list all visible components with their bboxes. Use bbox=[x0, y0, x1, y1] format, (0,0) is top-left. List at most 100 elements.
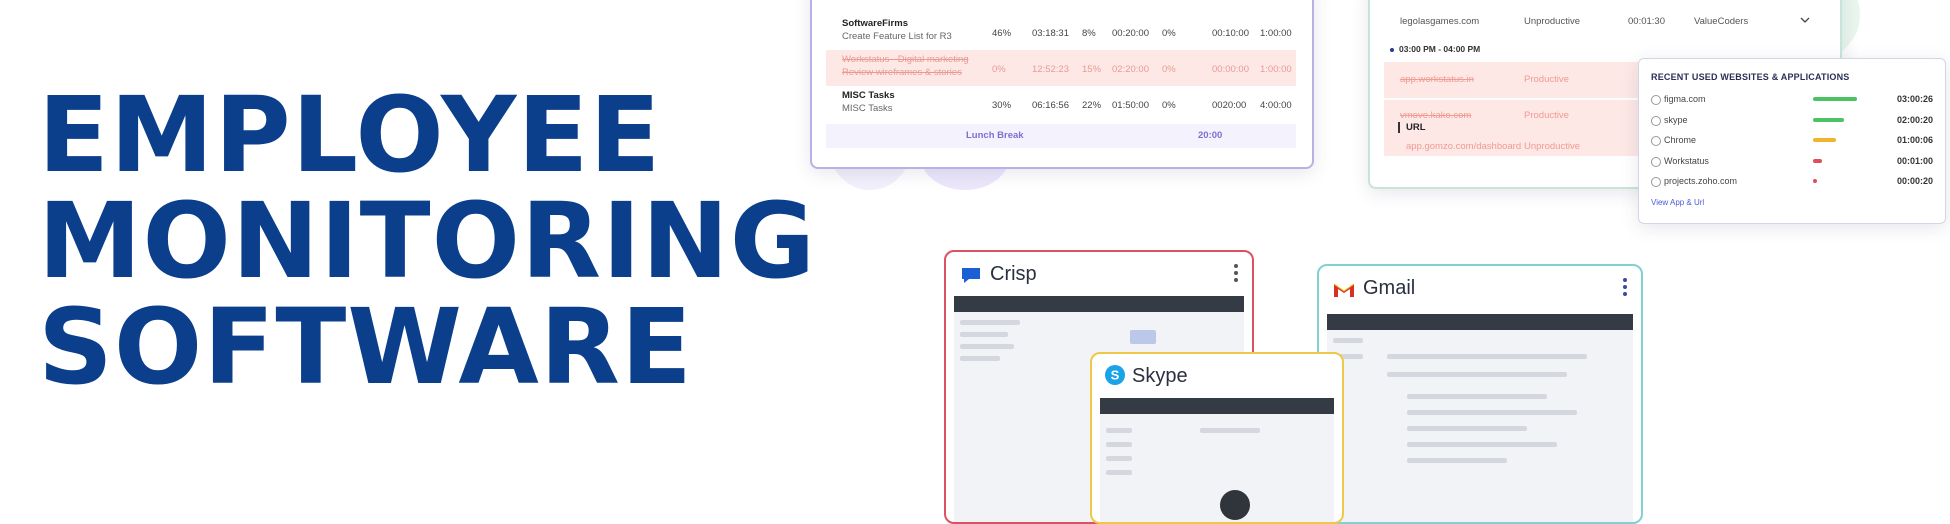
recent-app-name: skype bbox=[1664, 114, 1688, 125]
url-site: vmove.kako.com bbox=[1400, 110, 1472, 121]
recent-app-time: 00:00:20 bbox=[1896, 176, 1933, 186]
blur-text bbox=[1333, 338, 1363, 343]
blur-text bbox=[1106, 442, 1132, 447]
svg-text:S: S bbox=[1111, 368, 1120, 383]
cell: 02:20:00 bbox=[1112, 64, 1149, 75]
task-sub: Review wireframes & stories bbox=[842, 67, 962, 78]
url-row[interactable]: legolasgames.com Unproductive 00:01:30 V… bbox=[1384, 4, 1824, 40]
globe-icon bbox=[1651, 95, 1661, 105]
blur-text bbox=[1407, 426, 1527, 431]
screenshot-toolbar bbox=[1327, 314, 1633, 330]
task-name: MISC Tasks bbox=[842, 90, 895, 101]
cell: 22% bbox=[1082, 100, 1102, 111]
screenshot-toolbar bbox=[1100, 398, 1334, 414]
lunch-break-row: Lunch Break 20:00 bbox=[826, 124, 1296, 148]
blur-text bbox=[1407, 394, 1547, 399]
task-name: Workstatus - Digital marketing bbox=[842, 54, 969, 65]
blur-badge bbox=[1130, 330, 1156, 344]
recent-app-name: projects.zoho.com bbox=[1664, 176, 1738, 186]
recent-app-row[interactable]: Workstatus 00:01:00 bbox=[1651, 156, 1933, 172]
task-name: SoftwareFirms bbox=[842, 18, 908, 29]
recent-app-time: 01:00:06 bbox=[1896, 135, 1933, 145]
url-label: URL bbox=[1406, 122, 1426, 133]
blur-text bbox=[960, 356, 1000, 361]
chevron-down-icon[interactable] bbox=[1800, 16, 1810, 24]
blur-text bbox=[960, 344, 1014, 349]
usage-bar bbox=[1813, 97, 1857, 101]
lunch-label: Lunch Break bbox=[966, 130, 1024, 141]
headline-line-3: SOFTWARE bbox=[38, 286, 693, 408]
recent-app-time: 02:00:20 bbox=[1896, 114, 1933, 125]
globe-icon bbox=[1651, 156, 1661, 167]
timesheet-row[interactable]: MISC Tasks MISC Tasks 30% 06:16:56 22% 0… bbox=[826, 86, 1296, 122]
cell: 01:50:00 bbox=[1112, 100, 1149, 111]
blur-text bbox=[1106, 456, 1132, 461]
cell: 15% bbox=[1082, 64, 1102, 75]
more-icon[interactable] bbox=[1623, 278, 1627, 299]
usage-bar bbox=[1813, 117, 1844, 122]
timesheet-row[interactable]: Workstatus - Digital marketing Review wi… bbox=[826, 50, 1296, 86]
skype-window[interactable]: S Skype bbox=[1090, 352, 1344, 524]
blur-text bbox=[960, 332, 1008, 337]
url-tooltip: URL bbox=[1398, 122, 1426, 133]
headline-line-1: EMPLOYEE bbox=[38, 74, 662, 196]
gmail-screenshot bbox=[1327, 314, 1633, 522]
skype-screenshot bbox=[1100, 398, 1334, 522]
cell: 0% bbox=[992, 64, 1006, 75]
usage-bar bbox=[1813, 158, 1822, 163]
gmail-title: Gmail bbox=[1363, 277, 1416, 299]
usage-bar bbox=[1813, 179, 1817, 183]
timesheet-panel: SoftwareFirms Create Feature List for R3… bbox=[810, 0, 1314, 169]
recent-app-row[interactable]: skype 02:00:20 bbox=[1651, 115, 1933, 131]
skype-title: Skype bbox=[1132, 365, 1188, 387]
blur-text bbox=[1106, 470, 1132, 475]
time-range-label: 03:00 PM - 04:00 PM bbox=[1399, 44, 1481, 54]
skype-logo-icon: S bbox=[1105, 365, 1125, 385]
recent-app-row[interactable]: Chrome 01:00:06 bbox=[1651, 135, 1933, 151]
crisp-title: Crisp bbox=[990, 263, 1037, 285]
blur-text bbox=[1387, 372, 1567, 377]
usage-bar bbox=[1813, 138, 1836, 142]
blur-text bbox=[1106, 428, 1132, 433]
timesheet-row[interactable]: SoftwareFirms Create Feature List for R3… bbox=[826, 14, 1296, 51]
blur-text bbox=[960, 320, 1020, 325]
cell: 0020:00 bbox=[1212, 100, 1247, 111]
recent-app-row[interactable]: figma.com 03:00:26 bbox=[1651, 94, 1933, 110]
cell: 1:00:00 bbox=[1260, 64, 1292, 75]
globe-icon bbox=[1651, 177, 1661, 187]
gmail-logo-icon bbox=[1333, 283, 1355, 297]
screenshot-toolbar bbox=[954, 296, 1244, 312]
lunch-time: 20:00 bbox=[1198, 130, 1223, 141]
cell: 0% bbox=[1162, 28, 1176, 39]
url-status: Productive bbox=[1524, 74, 1569, 85]
recent-app-name: figma.com bbox=[1664, 94, 1706, 104]
blur-text bbox=[1387, 354, 1587, 359]
url-status: Productive bbox=[1524, 110, 1569, 121]
url-site: legolasgames.com bbox=[1400, 16, 1480, 27]
recent-app-time: 03:00:26 bbox=[1896, 94, 1933, 104]
blur-text bbox=[1407, 442, 1557, 447]
cell: 1:00:00 bbox=[1260, 28, 1292, 39]
time-range: 03:00 PM - 04:00 PM bbox=[1390, 44, 1480, 54]
headline-line-2: MONITORING bbox=[38, 180, 817, 302]
globe-icon bbox=[1651, 136, 1661, 146]
recent-app-time: 00:01:00 bbox=[1896, 155, 1933, 166]
recent-app-row[interactable]: projects.zoho.com 00:00:20 bbox=[1651, 176, 1933, 192]
blur-avatar bbox=[1220, 490, 1250, 520]
cell: 4:00:00 bbox=[1260, 100, 1292, 111]
recent-app-name: Workstatus bbox=[1664, 155, 1709, 166]
cell: 00:00:00 bbox=[1212, 64, 1249, 75]
view-app-url-link[interactable]: View App & Url bbox=[1651, 198, 1704, 207]
cell: 30% bbox=[992, 100, 1012, 111]
blur-text bbox=[1407, 410, 1577, 415]
recent-apps-panel: RECENT USED WEBSITES & APPLICATIONS figm… bbox=[1638, 58, 1946, 224]
recent-app-name: Chrome bbox=[1664, 135, 1697, 145]
crisp-logo-icon bbox=[962, 268, 980, 283]
more-icon[interactable] bbox=[1234, 264, 1238, 285]
cell: 0% bbox=[1162, 100, 1176, 111]
gmail-window[interactable]: Gmail bbox=[1317, 264, 1643, 524]
url-site: app.gomzo.com/dashboard bbox=[1406, 141, 1522, 152]
cell: 06:16:56 bbox=[1032, 100, 1069, 111]
url-time: 00:01:30 bbox=[1628, 16, 1665, 27]
url-site: app.workstatus.in bbox=[1400, 74, 1474, 85]
